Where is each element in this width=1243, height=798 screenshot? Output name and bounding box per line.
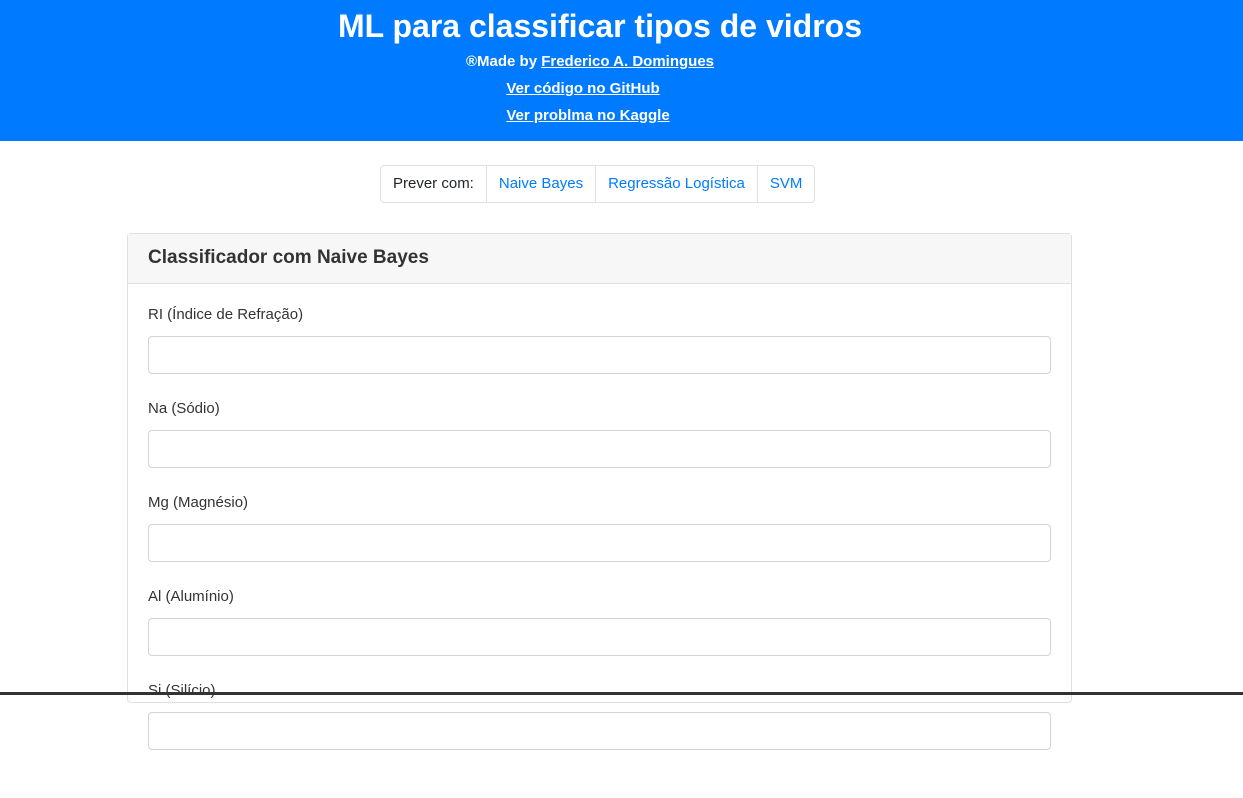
nav-naive-bayes[interactable]: Naive Bayes xyxy=(485,166,595,202)
field-label-mg: Mg (Magnésio) xyxy=(148,494,249,511)
ri-input[interactable] xyxy=(148,336,1051,374)
github-link[interactable]: Ver código no GitHub xyxy=(506,80,659,97)
field-label-na: Na (Sódio) xyxy=(148,400,220,417)
nav-svm[interactable]: SVM xyxy=(756,166,815,202)
si-input[interactable] xyxy=(148,712,1051,750)
nav-logistic-regression[interactable]: Regressão Logística xyxy=(595,166,757,202)
al-input[interactable] xyxy=(148,618,1051,656)
field-label-ri: RI (Índice de Refração) xyxy=(148,306,304,323)
header-banner: ML para classificar tipos de vidros ®Mad… xyxy=(0,0,1243,141)
page-title: ML para classificar tipos de vidros xyxy=(337,8,863,44)
classifier-card: Classificador com Naive Bayes RI (Índice… xyxy=(127,233,1072,750)
kaggle-link[interactable]: Ver problma no Kaggle xyxy=(506,107,669,124)
made-by-prefix: ®Made by xyxy=(465,53,542,70)
field-label-al: Al (Alumínio) xyxy=(148,588,234,605)
na-input[interactable] xyxy=(148,430,1051,468)
card-title: Classificador com Naive Bayes xyxy=(128,234,1071,284)
mg-input[interactable] xyxy=(148,524,1051,562)
nav-label: Prever com: xyxy=(393,175,474,192)
author-link[interactable]: Frederico A. Domingues xyxy=(541,53,714,70)
model-selector: Prever com: Naive Bayes Regressão Logíst… xyxy=(380,165,816,203)
made-by: ®Made by Frederico A. Domingues xyxy=(0,53,1180,70)
